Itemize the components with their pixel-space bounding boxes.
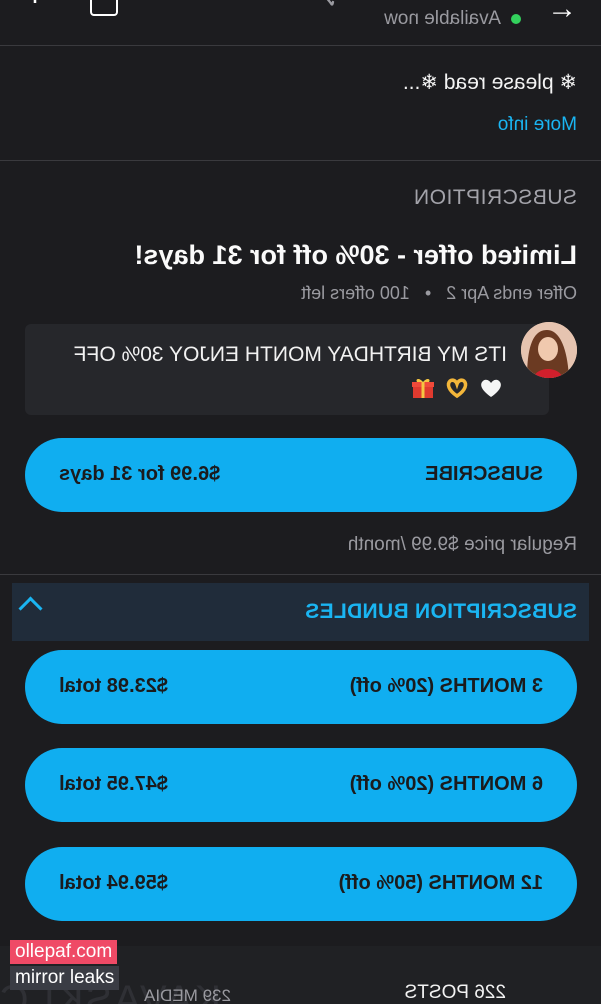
bundle-label: 3 MONTHS (20% off) (349, 675, 543, 697)
bundle-12-months-button[interactable]: 12 MONTHS (50% off) $59.94 total (25, 847, 577, 921)
offers-left: 100 offers left (301, 283, 410, 303)
bundle-6-months-button[interactable]: 6 MONTHS (20% off) $47.95 total (25, 748, 577, 822)
offer-message: ITS MY BIRTHDAY MONTH ENJOY 30% OFF (67, 338, 507, 406)
divider (0, 574, 601, 575)
subscribe-label: SUBSCRIBE (425, 463, 543, 485)
availability-text: Available now (384, 8, 501, 29)
creator-avatar[interactable] (521, 322, 577, 378)
bundle-price: $47.95 total (59, 773, 168, 795)
subscribe-button[interactable]: SUBSCRIBE $6.99 for 31 days (25, 438, 577, 512)
gift-icon (412, 378, 435, 398)
back-arrow-icon[interactable]: ← (547, 0, 577, 25)
divider (0, 160, 601, 161)
offer-ends: Offer ends Apr 2 (446, 283, 577, 303)
app-screen: ← Available now ✔ ⋮ ❄ please read ❄... M… (0, 0, 601, 1004)
bundle-label: 6 MONTHS (20% off) (349, 773, 543, 795)
top-bar: ← Available now ✔ ⋮ (0, 0, 601, 46)
online-dot-icon (511, 13, 521, 24)
more-info-link[interactable]: More info (498, 114, 577, 136)
media-tab[interactable]: 239 MEDIA (144, 986, 231, 1004)
mirrored-content: ← Available now ✔ ⋮ ❄ please read ❄... M… (0, 0, 601, 1004)
profile-note: ❄ please read ❄... (402, 71, 577, 94)
separator-dot: • (424, 283, 432, 303)
offer-meta: Offer ends Apr 2 • 100 offers left (301, 283, 577, 304)
bundle-price: $23.98 total (59, 675, 168, 697)
subscription-section-title: SUBSCRIPTION (413, 186, 577, 209)
regular-price: Regular price $9.99 /month (347, 534, 577, 555)
heart-hands-icon (446, 378, 468, 399)
watermark-site: ollepaf.com (10, 940, 118, 964)
bundle-price: $59.94 total (59, 872, 168, 894)
posts-tab[interactable]: 226 POSTS (405, 982, 506, 1004)
availability-status: Available now (384, 8, 521, 30)
more-options-icon[interactable]: ⋮ (22, 0, 47, 7)
bundle-label: 12 MONTHS (50% off) (338, 872, 543, 894)
share-icon[interactable] (90, 0, 118, 16)
subscribe-price: $6.99 for 31 days (59, 463, 221, 485)
offer-message-text: ITS MY BIRTHDAY MONTH ENJOY 30% OFF (73, 343, 507, 366)
watermark-tagline: mirror leaks (10, 966, 120, 990)
verified-check-icon: ✔ (322, 0, 336, 11)
bundle-3-months-button[interactable]: 3 MONTHS (20% off) $23.98 total (25, 650, 577, 724)
bundles-title: SUBSCRIPTION BUNDLES (304, 600, 577, 623)
white-heart-icon (481, 379, 501, 397)
offer-title: Limited offer - 30% off for 31 days! (134, 240, 577, 270)
